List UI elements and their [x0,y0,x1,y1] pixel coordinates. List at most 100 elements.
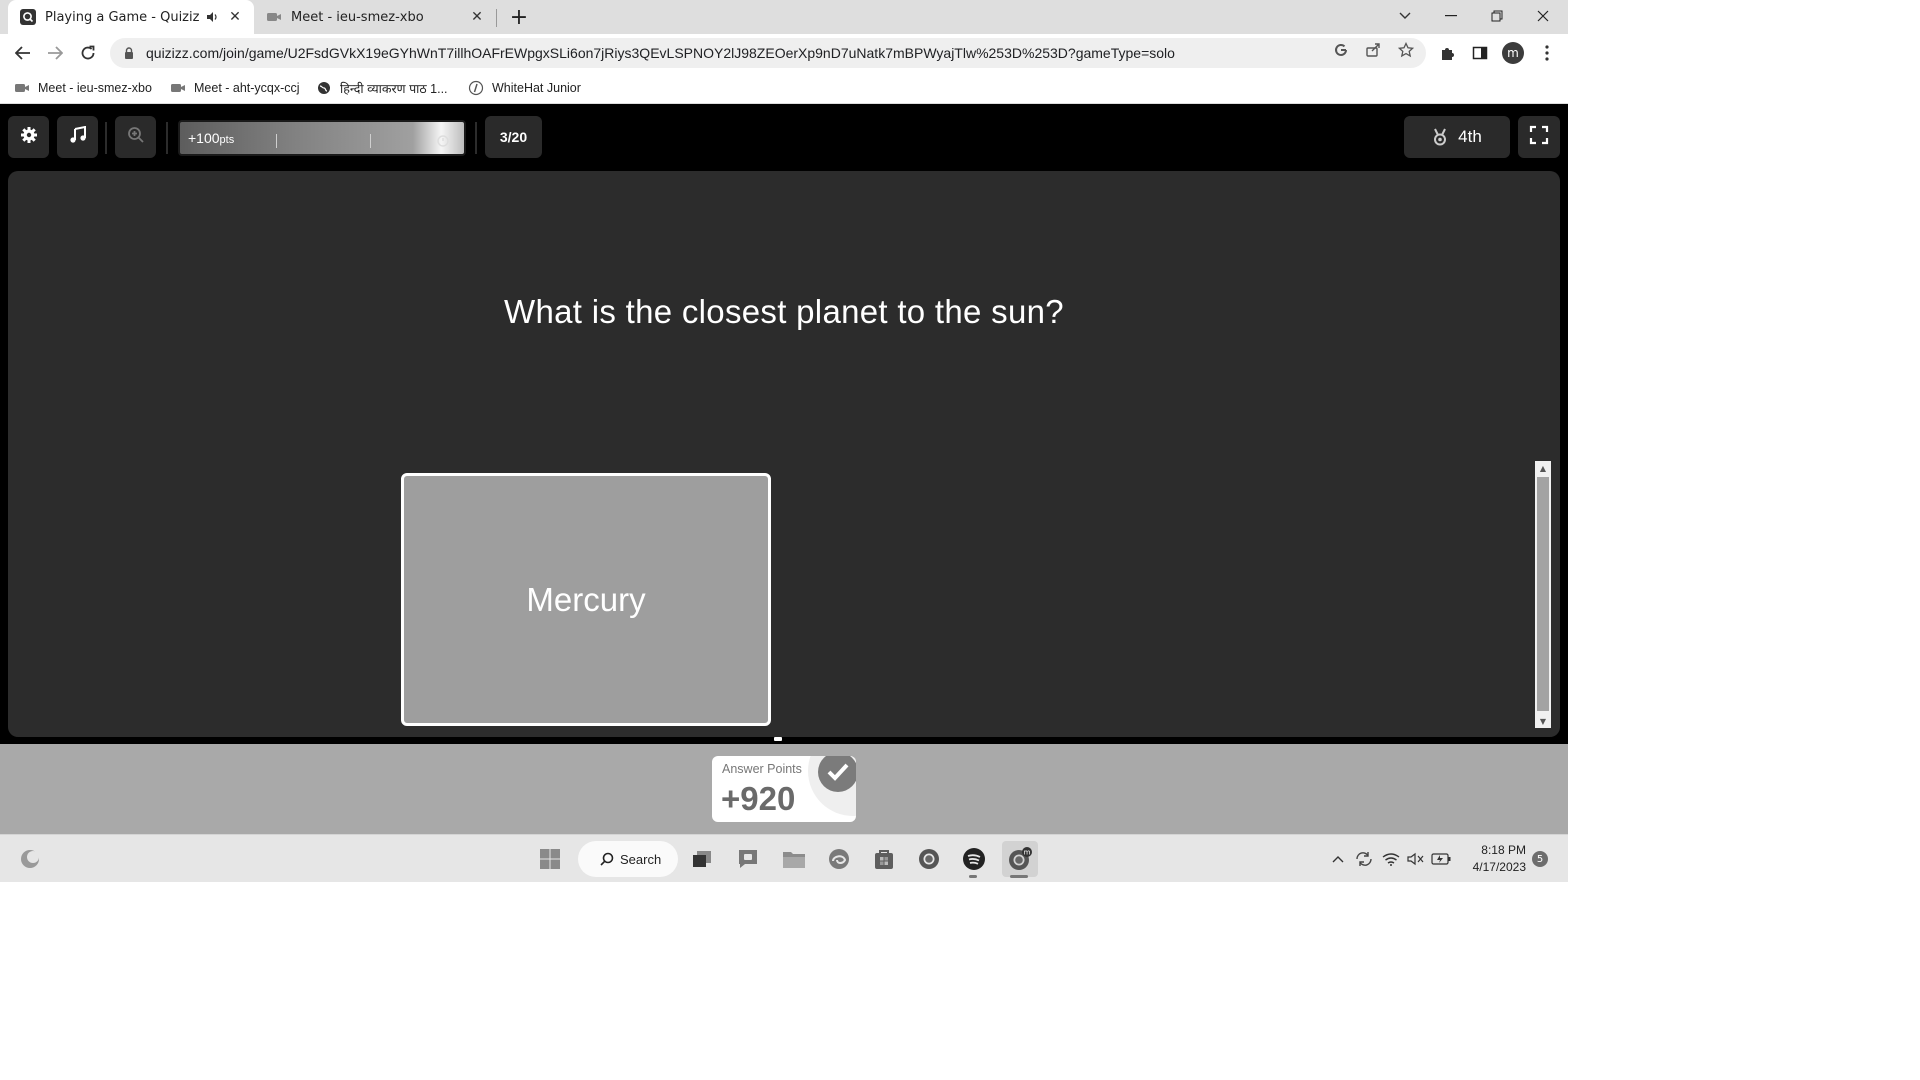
search-label: Search [620,851,662,867]
page-indicator [774,737,782,741]
tab-meet[interactable]: Meet - ieu-smez-xbo ✕ [256,0,496,34]
tab-title: Playing a Game - Quizizz [45,9,200,25]
tab-divider [496,9,497,27]
bookmark-hindi[interactable]: हिन्दी व्याकरण पाठ 1... [316,78,448,98]
chrome-profile-icon[interactable]: m [1002,841,1038,877]
search-icon [600,852,614,866]
answer-footer: Answer Points +920 [0,744,1568,834]
clock-date: 4/17/2023 [1472,860,1526,874]
tab-quizizz[interactable]: Playing a Game - Quizizz ✕ [8,0,254,34]
timer-tick [276,134,277,148]
tray-overflow-chevron-icon[interactable] [1328,849,1348,869]
minimize-icon[interactable] [1428,0,1474,32]
extensions-puzzle-icon[interactable] [1436,42,1458,64]
gear-icon [20,126,38,148]
bookmark-label: हिन्दी व्याकरण पाठ 1... [340,81,448,96]
svg-text:m: m [1024,849,1031,857]
toolbar-divider [105,122,107,154]
url-text[interactable]: quizizz.com/join/game/U2FsdGVkX19eGYhWnT… [146,45,1326,61]
address-bar[interactable]: quizizz.com/join/game/U2FsdGVkX19eGYhWnT… [110,38,1426,68]
battery-icon[interactable] [1431,849,1451,869]
close-tab-icon[interactable]: ✕ [226,8,244,26]
globe-icon [316,80,332,96]
scroll-up-arrow-icon[interactable]: ▲ [1535,461,1551,475]
windows-start-icon[interactable] [535,844,565,874]
sync-icon[interactable] [1354,849,1374,869]
profile-avatar[interactable]: m [1502,42,1524,64]
share-icon[interactable] [1364,41,1382,59]
active-app-indicator [1010,875,1028,878]
tab-title: Meet - ieu-smez-xbo [291,9,424,25]
forward-arrow-icon[interactable] [40,38,70,68]
close-window-icon[interactable] [1520,0,1566,32]
music-button[interactable] [57,116,98,158]
zoom-in-icon [127,126,145,148]
notification-badge[interactable]: 5 [1532,851,1548,867]
fullscreen-button[interactable] [1518,116,1560,158]
lock-icon[interactable] [122,46,136,60]
clock-time: 8:18 PM [1481,843,1526,857]
bookmark-label: Meet - ieu-smez-xbo [38,81,152,95]
checkmark-icon [818,756,856,792]
tab-search-chevron-icon[interactable] [1382,0,1428,32]
back-arrow-icon[interactable] [8,38,38,68]
taskbar-search[interactable]: Search [578,841,678,877]
file-explorer-icon[interactable] [779,844,809,874]
reload-icon[interactable] [73,38,103,68]
browser-toolbar: quizizz.com/join/game/U2FsdGVkX19eGYhWnT… [0,34,1568,72]
points-timer-bar: +100pts [178,120,466,156]
wifi-icon[interactable] [1381,849,1401,869]
question-counter: 3/20 [485,116,542,158]
music-note-icon [69,125,87,148]
bookmark-label: WhiteHat Junior [492,81,581,95]
medal-icon [1432,128,1448,146]
restore-icon[interactable] [1474,0,1520,32]
toolbar-divider [475,122,477,154]
speaker-icon[interactable] [204,8,222,26]
settings-button[interactable] [8,116,49,158]
question-panel: What is the closest planet to the sun? M… [8,171,1560,737]
bookmark-meet-1[interactable]: Meet - ieu-smez-xbo [14,78,152,98]
spotify-icon[interactable] [959,844,989,874]
windows-taskbar: Search m 8:18 PM 4/17/2023 5 [0,834,1568,882]
edge-browser-icon[interactable] [824,844,854,874]
side-panel-icon[interactable] [1469,42,1491,64]
bookmark-whitehat[interactable]: WhiteHat Junior [468,78,581,98]
points-bonus: +100pts [188,130,235,146]
running-indicator [969,875,977,878]
kebab-menu-icon[interactable] [1536,42,1558,64]
timer-tick [370,134,371,148]
weather-widget-icon[interactable] [15,844,45,874]
chat-icon[interactable] [733,844,763,874]
whitehat-icon [468,80,484,96]
toolbar-divider [166,122,168,154]
google-translate-icon[interactable] [1332,41,1350,59]
scrollbar-thumb[interactable] [1537,477,1549,711]
bookmark-label: Meet - aht-ycqx-ccj [194,81,300,95]
browser-tab-strip: Playing a Game - Quizizz ✕ Meet - ieu-sm… [0,0,1568,34]
fullscreen-icon [1529,125,1549,149]
video-camera-icon [14,80,30,96]
timer-icon [436,132,450,151]
options-scrollbar[interactable]: ▲ ▼ [1535,461,1551,728]
quizizz-icon [20,9,36,25]
answer-option-mercury[interactable]: Mercury [401,473,771,726]
close-tab-icon[interactable]: ✕ [468,8,486,26]
chrome-icon[interactable] [914,844,944,874]
answer-points-label: Answer Points [722,762,802,776]
rank-text: 4th [1458,127,1482,146]
bookmark-meet-2[interactable]: Meet - aht-ycqx-ccj [170,78,300,98]
speaker-muted-icon[interactable] [1406,849,1426,869]
answer-points-card: Answer Points +920 [712,756,856,822]
scroll-down-arrow-icon[interactable]: ▼ [1535,714,1551,728]
rank-badge[interactable]: 4th [1404,116,1510,158]
system-clock[interactable]: 8:18 PM 4/17/2023 [1460,842,1526,876]
zoom-button[interactable] [115,116,156,158]
bookmarks-bar: Meet - ieu-smez-xbo Meet - aht-ycqx-ccj … [0,72,1568,104]
bookmark-star-icon[interactable] [1397,41,1415,59]
microsoft-store-icon[interactable] [869,844,899,874]
new-tab-button[interactable]: + [506,4,532,30]
answer-points-value: +920 [721,780,796,817]
question-text: What is the closest planet to the sun? [504,293,1064,330]
task-view-icon[interactable] [687,844,717,874]
